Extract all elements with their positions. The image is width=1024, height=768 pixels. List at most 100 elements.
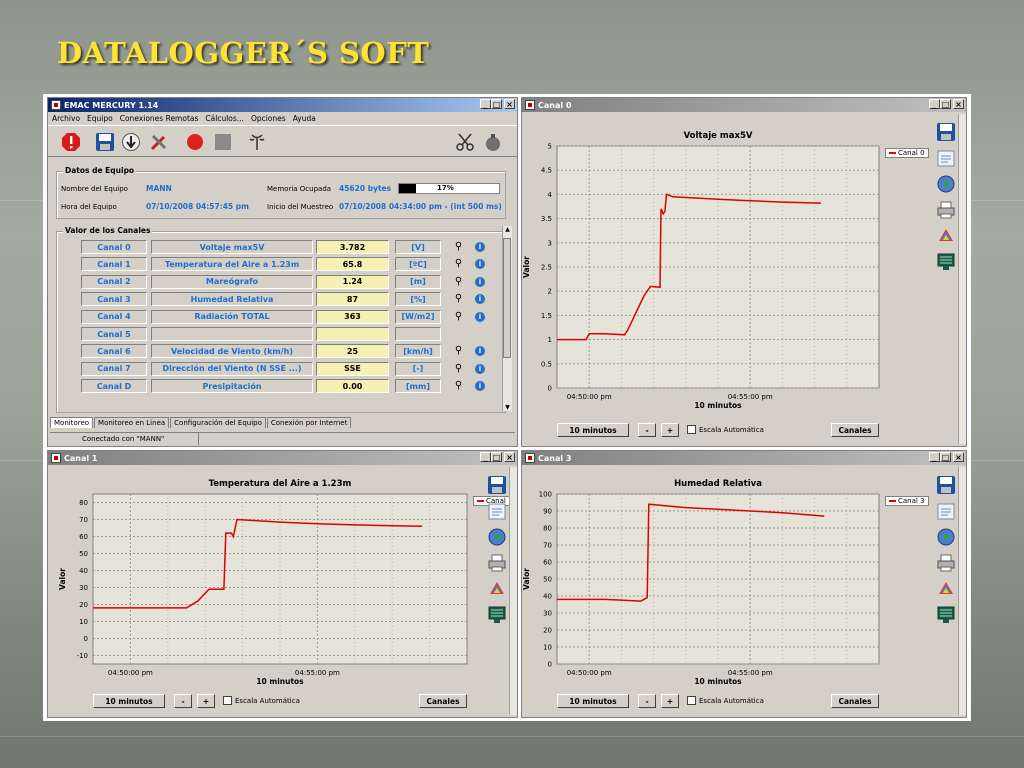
menu-equipo[interactable]: Equipo (87, 114, 113, 123)
printer-icon[interactable] (935, 200, 957, 222)
scroll-down-arrow[interactable]: ▼ (503, 404, 512, 411)
download-icon[interactable] (120, 131, 142, 153)
maximize-button[interactable]: □ (940, 99, 951, 109)
notepad-icon[interactable] (486, 501, 508, 523)
info-icon[interactable]: i (475, 381, 485, 392)
info-icon[interactable]: i (475, 242, 485, 252)
channel-id-cell[interactable]: Canal 7 (81, 361, 147, 376)
channels-button[interactable]: Canales (831, 694, 879, 708)
antenna-icon[interactable] (246, 131, 268, 153)
channel-id-cell[interactable]: Canal 0 (81, 240, 147, 254)
minimize-button[interactable]: _ (929, 99, 940, 109)
auto-scale-checkbox[interactable]: Escala Automática (223, 696, 300, 705)
stop-square-icon[interactable] (212, 131, 234, 153)
checkbox-box[interactable] (687, 425, 696, 434)
zoom-out-button[interactable]: - (174, 694, 192, 708)
tools-icon[interactable] (148, 131, 170, 153)
channel-name-cell[interactable]: Humedad Relativa (151, 292, 313, 307)
checkbox-box[interactable] (223, 696, 232, 705)
channel-id-cell[interactable]: Canal D (81, 379, 147, 394)
channel-name-cell[interactable]: Voltaje max5V (151, 240, 313, 254)
magnifier-icon[interactable]: ⚲ (453, 311, 464, 322)
range-button[interactable]: 10 minutos (557, 694, 629, 708)
zoom-out-button[interactable]: - (638, 694, 656, 708)
menu-calculos[interactable]: Cálculos... (205, 114, 244, 123)
printer-icon[interactable] (935, 553, 957, 575)
tab-configuracion-equipo[interactable]: Configuración del Equipo (170, 417, 266, 428)
monitor-icon[interactable] (935, 605, 957, 627)
save-icon[interactable] (935, 122, 957, 144)
maximize-button[interactable]: □ (940, 452, 951, 462)
channel-id-cell[interactable]: Canal 2 (81, 274, 147, 289)
notepad-icon[interactable] (935, 501, 957, 523)
channel-id-cell[interactable]: Canal 6 (81, 344, 147, 359)
channel-id-cell[interactable]: Canal 3 (81, 292, 147, 307)
channel-id-cell[interactable]: Canal 1 (81, 257, 147, 272)
checkbox-box[interactable] (687, 696, 696, 705)
zoom-in-button[interactable]: + (661, 423, 679, 437)
channel-name-cell[interactable]: Mareógrafo (151, 274, 313, 289)
menu-conexiones-remotas[interactable]: Conexiones Remotas (120, 114, 199, 123)
monitor-icon[interactable] (486, 605, 508, 627)
menu-archivo[interactable]: Archivo (52, 114, 80, 123)
chart-title-bar[interactable]: Canal 0 _ □ × (522, 98, 966, 112)
info-icon[interactable]: i (475, 311, 485, 322)
notepad-icon[interactable] (935, 148, 957, 170)
stop-icon[interactable] (60, 131, 82, 153)
color-wheel-icon[interactable] (935, 226, 957, 248)
record-icon[interactable] (184, 131, 206, 153)
chart-scrollbar[interactable] (958, 467, 966, 715)
globe-icon[interactable] (935, 527, 957, 549)
globe-icon[interactable] (486, 527, 508, 549)
menu-opciones[interactable]: Opciones (251, 114, 286, 123)
info-icon[interactable]: i (475, 259, 485, 270)
scissors-icon[interactable] (454, 131, 476, 153)
globe-icon[interactable] (935, 174, 957, 196)
close-button[interactable]: × (504, 452, 515, 462)
channel-name-cell[interactable]: Temperatura del Aire a 1.23m (151, 257, 313, 272)
magnifier-icon[interactable]: ⚲ (453, 345, 464, 356)
channels-button[interactable]: Canales (831, 423, 879, 437)
save-icon[interactable] (94, 131, 116, 153)
auto-scale-checkbox[interactable]: Escala Automática (687, 425, 764, 434)
minimize-button[interactable]: _ (929, 452, 940, 462)
tab-monitoreo[interactable]: Monitoreo (50, 417, 94, 428)
info-icon[interactable]: i (475, 276, 485, 287)
scroll-thumb[interactable] (503, 238, 511, 358)
magnifier-icon[interactable]: ⚲ (453, 241, 464, 252)
menu-ayuda[interactable]: Ayuda (293, 114, 316, 123)
main-title-bar[interactable]: EMAC MERCURY 1.14 _ □ × (48, 98, 517, 112)
channel-name-cell[interactable]: Dirección del Viento (N SSE ...) (151, 361, 313, 376)
range-button[interactable]: 10 minutos (557, 423, 629, 437)
magnifier-icon[interactable]: ⚲ (453, 293, 464, 304)
save-icon[interactable] (486, 475, 508, 497)
zoom-in-button[interactable]: + (661, 694, 679, 708)
zoom-out-button[interactable]: - (638, 423, 656, 437)
auto-scale-checkbox[interactable]: Escala Automática (687, 696, 764, 705)
monitor-icon[interactable] (935, 252, 957, 274)
channel-name-cell[interactable]: Radiación TOTAL (151, 309, 313, 324)
chart-title-bar[interactable]: Canal 1 _ □ × (48, 451, 517, 465)
channels-scrollbar[interactable]: ▲ ▼ (502, 226, 512, 411)
magnifier-icon[interactable]: ⚲ (453, 276, 464, 287)
bomb-icon[interactable] (482, 131, 504, 153)
minimize-button[interactable]: _ (480, 452, 491, 462)
range-button[interactable]: 10 minutos (93, 694, 165, 708)
info-icon[interactable]: i (475, 363, 485, 374)
close-button[interactable]: × (953, 99, 964, 109)
magnifier-icon[interactable]: ⚲ (453, 258, 464, 269)
save-icon[interactable] (935, 475, 957, 497)
zoom-in-button[interactable]: + (197, 694, 215, 708)
tab-conexion-internet[interactable]: Conexión por Internet (266, 417, 352, 428)
close-button[interactable]: × (953, 452, 964, 462)
maximize-button[interactable]: □ (491, 452, 502, 462)
info-icon[interactable]: i (475, 294, 485, 305)
magnifier-icon[interactable]: ⚲ (453, 380, 464, 391)
chart-scrollbar[interactable] (958, 114, 966, 444)
channel-name-cell[interactable]: Presipitación (151, 379, 313, 394)
tab-monitoreo-en-linea[interactable]: Monitoreo en Linea (94, 417, 170, 428)
maximize-button[interactable]: □ (491, 99, 502, 109)
color-wheel-icon[interactable] (486, 579, 508, 601)
channel-name-cell[interactable]: Velocidad de Viento (km/h) (151, 344, 313, 359)
magnifier-icon[interactable]: ⚲ (453, 363, 464, 374)
